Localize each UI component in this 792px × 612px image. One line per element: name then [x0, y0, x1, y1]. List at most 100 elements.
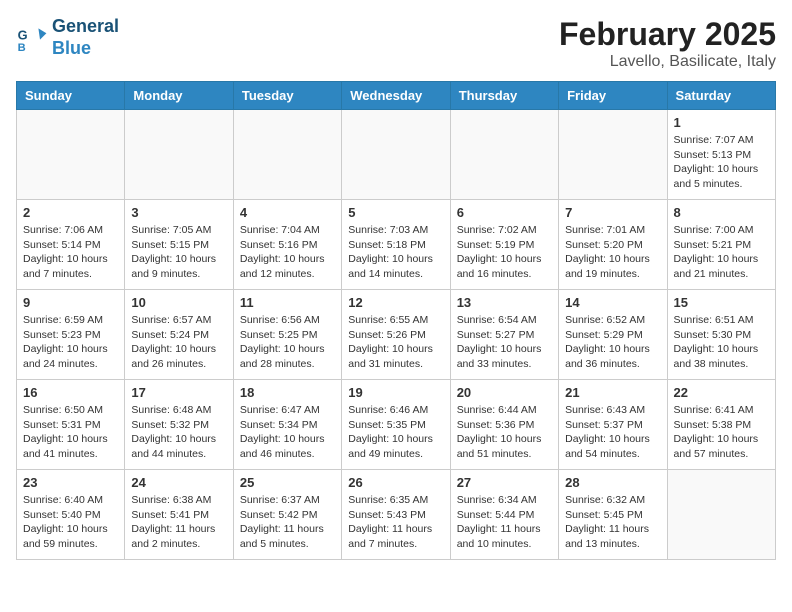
day-number: 3 [131, 205, 226, 220]
day-info: Sunrise: 7:02 AM Sunset: 5:19 PM Dayligh… [457, 223, 552, 282]
calendar-cell: 21Sunrise: 6:43 AM Sunset: 5:37 PM Dayli… [559, 380, 667, 470]
month-title: February 2025 [559, 16, 776, 53]
calendar-cell: 6 Sunrise: 7:02 AM Sunset: 5:19 PM Daylig… [450, 200, 558, 290]
calendar-cell: 18 Sunrise: 6:47 AM Sunset: 5:34 PM Dayli… [233, 380, 341, 470]
day-info: Sunrise: 6:44 AM Sunset: 5:36 PM Dayligh… [457, 403, 552, 462]
svg-text:G: G [18, 27, 28, 42]
day-number: 9 [23, 295, 118, 310]
calendar-cell: 27 Sunrise: 6:34 AM Sunset: 5:44 PM Dayli… [450, 470, 558, 560]
calendar-cell: 12 Sunrise: 6:55 AM Sunset: 5:26 PM Dayli… [342, 290, 450, 380]
day-info: Sunrise: 7:00 AM Sunset: 5:21 PM Dayligh… [674, 223, 769, 282]
day-number: 8 [674, 205, 769, 220]
calendar-cell: 4Sunrise: 7:04 AM Sunset: 5:16 PM Daylig… [233, 200, 341, 290]
day-number: 28 [565, 475, 660, 490]
day-number: 18 [240, 385, 335, 400]
calendar-cell [450, 110, 558, 200]
calendar-cell: 26Sunrise: 6:35 AM Sunset: 5:43 PM Dayli… [342, 470, 450, 560]
day-number: 24 [131, 475, 226, 490]
calendar-cell: 28 Sunrise: 6:32 AM Sunset: 5:45 PM Dayli… [559, 470, 667, 560]
day-number: 13 [457, 295, 552, 310]
day-number: 14 [565, 295, 660, 310]
calendar-cell: 14 Sunrise: 6:52 AM Sunset: 5:29 PM Dayli… [559, 290, 667, 380]
day-info: Sunrise: 6:41 AM Sunset: 5:38 PM Dayligh… [674, 403, 769, 462]
location-title: Lavello, Basilicate, Italy [559, 53, 776, 71]
day-number: 27 [457, 475, 552, 490]
day-number: 10 [131, 295, 226, 310]
calendar-cell: 24Sunrise: 6:38 AM Sunset: 5:41 PM Dayli… [125, 470, 233, 560]
calendar-cell: 15 Sunrise: 6:51 AM Sunset: 5:30 PM Dayli… [667, 290, 775, 380]
day-info: Sunrise: 6:43 AM Sunset: 5:37 PM Dayligh… [565, 403, 660, 462]
calendar-cell: 2 Sunrise: 7:06 AM Sunset: 5:14 PM Daylig… [17, 200, 125, 290]
day-number: 20 [457, 385, 552, 400]
calendar-table: SundayMondayTuesdayWednesdayThursdayFrid… [16, 81, 776, 560]
calendar-cell: 8 Sunrise: 7:00 AM Sunset: 5:21 PM Daylig… [667, 200, 775, 290]
weekday-header-monday: Monday [125, 82, 233, 110]
calendar-cell: 1 Sunrise: 7:07 AM Sunset: 5:13 PM Daylig… [667, 110, 775, 200]
title-area: February 2025 Lavello, Basilicate, Italy [559, 16, 776, 71]
calendar-cell: 11Sunrise: 6:56 AM Sunset: 5:25 PM Dayli… [233, 290, 341, 380]
day-info: Sunrise: 6:40 AM Sunset: 5:40 PM Dayligh… [23, 493, 118, 552]
day-number: 17 [131, 385, 226, 400]
day-info: Sunrise: 6:51 AM Sunset: 5:30 PM Dayligh… [674, 313, 769, 372]
day-info: Sunrise: 7:01 AM Sunset: 5:20 PM Dayligh… [565, 223, 660, 282]
logo: G B General Blue [16, 16, 119, 59]
calendar-cell: 13 Sunrise: 6:54 AM Sunset: 5:27 PM Dayli… [450, 290, 558, 380]
calendar-cell: 9 Sunrise: 6:59 AM Sunset: 5:23 PM Daylig… [17, 290, 125, 380]
calendar-cell [667, 470, 775, 560]
calendar-cell: 20 Sunrise: 6:44 AM Sunset: 5:36 PM Dayli… [450, 380, 558, 470]
day-info: Sunrise: 6:59 AM Sunset: 5:23 PM Dayligh… [23, 313, 118, 372]
page-header: G B General Blue February 2025 Lavello, … [16, 16, 776, 71]
week-row-1: 1 Sunrise: 7:07 AM Sunset: 5:13 PM Daylig… [17, 110, 776, 200]
logo-general: General [52, 16, 119, 38]
day-info: Sunrise: 7:07 AM Sunset: 5:13 PM Dayligh… [674, 133, 769, 192]
day-number: 15 [674, 295, 769, 310]
day-number: 1 [674, 115, 769, 130]
calendar-cell: 3Sunrise: 7:05 AM Sunset: 5:15 PM Daylig… [125, 200, 233, 290]
calendar-cell: 16Sunrise: 6:50 AM Sunset: 5:31 PM Dayli… [17, 380, 125, 470]
day-number: 11 [240, 295, 335, 310]
calendar-cell: 17 Sunrise: 6:48 AM Sunset: 5:32 PM Dayli… [125, 380, 233, 470]
day-info: Sunrise: 6:47 AM Sunset: 5:34 PM Dayligh… [240, 403, 335, 462]
day-info: Sunrise: 6:52 AM Sunset: 5:29 PM Dayligh… [565, 313, 660, 372]
day-info: Sunrise: 7:04 AM Sunset: 5:16 PM Dayligh… [240, 223, 335, 282]
day-number: 5 [348, 205, 443, 220]
calendar-cell: 19Sunrise: 6:46 AM Sunset: 5:35 PM Dayli… [342, 380, 450, 470]
day-info: Sunrise: 6:54 AM Sunset: 5:27 PM Dayligh… [457, 313, 552, 372]
svg-text:B: B [18, 41, 26, 53]
calendar-cell [342, 110, 450, 200]
day-info: Sunrise: 6:32 AM Sunset: 5:45 PM Dayligh… [565, 493, 660, 552]
calendar-cell: 23Sunrise: 6:40 AM Sunset: 5:40 PM Dayli… [17, 470, 125, 560]
logo-blue: Blue [52, 38, 119, 60]
week-row-2: 2 Sunrise: 7:06 AM Sunset: 5:14 PM Daylig… [17, 200, 776, 290]
day-number: 16 [23, 385, 118, 400]
calendar-cell: 25 Sunrise: 6:37 AM Sunset: 5:42 PM Dayli… [233, 470, 341, 560]
day-info: Sunrise: 6:34 AM Sunset: 5:44 PM Dayligh… [457, 493, 552, 552]
weekday-header-saturday: Saturday [667, 82, 775, 110]
day-number: 12 [348, 295, 443, 310]
day-number: 2 [23, 205, 118, 220]
day-number: 6 [457, 205, 552, 220]
calendar-cell: 7 Sunrise: 7:01 AM Sunset: 5:20 PM Daylig… [559, 200, 667, 290]
weekday-header-row: SundayMondayTuesdayWednesdayThursdayFrid… [17, 82, 776, 110]
calendar-cell [17, 110, 125, 200]
day-info: Sunrise: 6:35 AM Sunset: 5:43 PM Dayligh… [348, 493, 443, 552]
logo-icon: G B [16, 22, 48, 54]
calendar-cell [559, 110, 667, 200]
weekday-header-thursday: Thursday [450, 82, 558, 110]
day-number: 7 [565, 205, 660, 220]
day-info: Sunrise: 6:37 AM Sunset: 5:42 PM Dayligh… [240, 493, 335, 552]
day-info: Sunrise: 6:55 AM Sunset: 5:26 PM Dayligh… [348, 313, 443, 372]
calendar-cell [233, 110, 341, 200]
day-info: Sunrise: 6:48 AM Sunset: 5:32 PM Dayligh… [131, 403, 226, 462]
day-number: 22 [674, 385, 769, 400]
week-row-3: 9 Sunrise: 6:59 AM Sunset: 5:23 PM Daylig… [17, 290, 776, 380]
weekday-header-tuesday: Tuesday [233, 82, 341, 110]
weekday-header-wednesday: Wednesday [342, 82, 450, 110]
calendar-cell [125, 110, 233, 200]
weekday-header-friday: Friday [559, 82, 667, 110]
day-number: 25 [240, 475, 335, 490]
day-info: Sunrise: 7:06 AM Sunset: 5:14 PM Dayligh… [23, 223, 118, 282]
calendar-cell: 10 Sunrise: 6:57 AM Sunset: 5:24 PM Dayli… [125, 290, 233, 380]
week-row-5: 23Sunrise: 6:40 AM Sunset: 5:40 PM Dayli… [17, 470, 776, 560]
day-info: Sunrise: 6:57 AM Sunset: 5:24 PM Dayligh… [131, 313, 226, 372]
